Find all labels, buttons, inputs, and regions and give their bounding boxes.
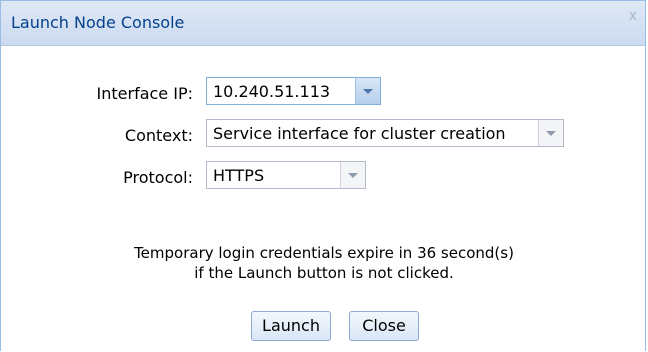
dialog-titlebar[interactable]: Launch Node Console x <box>1 1 645 46</box>
context-row: Context: <box>1 121 193 151</box>
context-label: Context: <box>124 126 193 145</box>
launch-button[interactable]: Launch <box>251 311 331 341</box>
protocol-dropdown-trigger[interactable] <box>340 162 365 188</box>
close-button[interactable]: Close <box>349 311 419 341</box>
context-select[interactable]: Service interface for cluster creation <box>206 119 564 147</box>
interface-ip-label: Interface IP: <box>96 84 193 103</box>
protocol-label: Protocol: <box>123 168 193 187</box>
launch-node-console-dialog: Launch Node Console x Interface IP: 10.2… <box>0 0 646 351</box>
expiry-message-line-2: if the Launch button is not clicked. <box>194 264 454 282</box>
protocol-value: HTTPS <box>213 166 265 185</box>
dialog-title: Launch Node Console <box>11 13 185 32</box>
interface-ip-row: Interface IP: <box>1 79 193 109</box>
protocol-row: Protocol: <box>1 163 193 193</box>
expiry-message-line-1: Temporary login credentials expire in 36… <box>134 244 514 262</box>
chevron-down-icon <box>348 173 358 178</box>
interface-ip-value: 10.240.51.113 <box>213 82 331 101</box>
protocol-select[interactable]: HTTPS <box>206 161 366 189</box>
chevron-down-icon <box>546 131 556 136</box>
context-dropdown-trigger[interactable] <box>538 120 563 146</box>
context-value: Service interface for cluster creation <box>213 124 506 143</box>
chevron-down-icon <box>363 89 373 94</box>
interface-ip-dropdown-trigger[interactable] <box>355 78 380 104</box>
interface-ip-select[interactable]: 10.240.51.113 <box>206 77 381 105</box>
close-icon[interactable]: x <box>629 8 637 24</box>
